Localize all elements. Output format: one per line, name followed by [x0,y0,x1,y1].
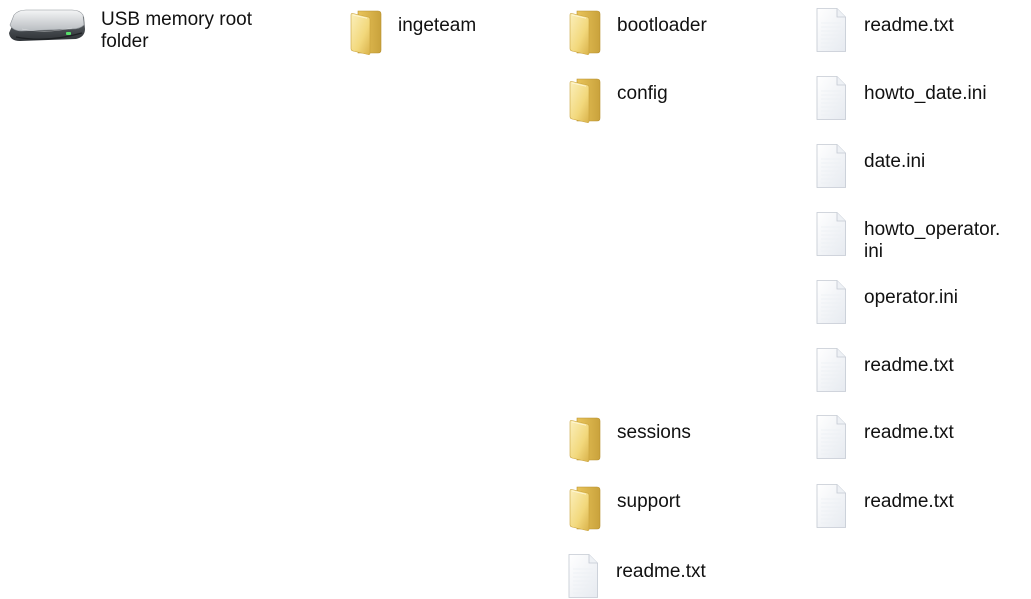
file-date-ini[interactable]: date.ini [814,147,925,189]
file-bootloader-readme[interactable]: readme.txt [814,11,954,53]
folder-label: ingeteam [398,15,477,36]
file-readme-root[interactable]: readme.txt [566,557,706,599]
file-operator-ini[interactable]: operator.ini [814,283,958,325]
file-icon [814,7,848,53]
file-support-readme[interactable]: readme.txt [814,487,954,529]
file-icon [814,414,848,460]
file-icon [814,143,848,189]
file-icon [814,211,848,257]
file-label: readme.txt [864,422,954,443]
folder-label: support [617,491,681,512]
folder-ingeteam[interactable]: ingeteam [348,11,476,55]
folder-icon [348,9,384,55]
file-label: readme.txt [864,15,954,36]
usb-root-label: USB memory root folder [101,9,252,52]
file-icon [814,279,848,325]
folder-bootloader[interactable]: bootloader [567,11,707,55]
file-icon [566,553,600,599]
file-howto-date[interactable]: howto_date.ini [814,79,987,121]
file-icon [814,483,848,529]
folder-icon [567,77,603,123]
file-label: operator.ini [864,287,959,308]
file-sessions-readme[interactable]: readme.txt [814,418,954,460]
file-label: readme.txt [616,561,706,582]
file-config-readme[interactable]: readme.txt [814,351,954,393]
folder-icon [567,416,603,462]
file-label: date.ini [864,151,926,172]
folder-config[interactable]: config [567,79,668,123]
folder-label: bootloader [617,15,707,36]
file-label: readme.txt [864,355,954,376]
folder-label: sessions [617,422,691,443]
usb-drive-icon [6,7,88,47]
folder-label: config [617,83,668,104]
file-howto-operator[interactable]: howto_operator. ini [814,215,1000,263]
usb-memory-root-item[interactable]: USB memory root folder [6,9,301,53]
file-label: howto_operator. ini [864,219,1001,262]
folder-support[interactable]: support [567,487,680,531]
file-icon [814,347,848,393]
file-icon [814,75,848,121]
file-label: readme.txt [864,491,954,512]
folder-icon [567,9,603,55]
folder-sessions[interactable]: sessions [567,418,691,462]
folder-icon [567,485,603,531]
file-label: howto_date.ini [864,83,987,104]
